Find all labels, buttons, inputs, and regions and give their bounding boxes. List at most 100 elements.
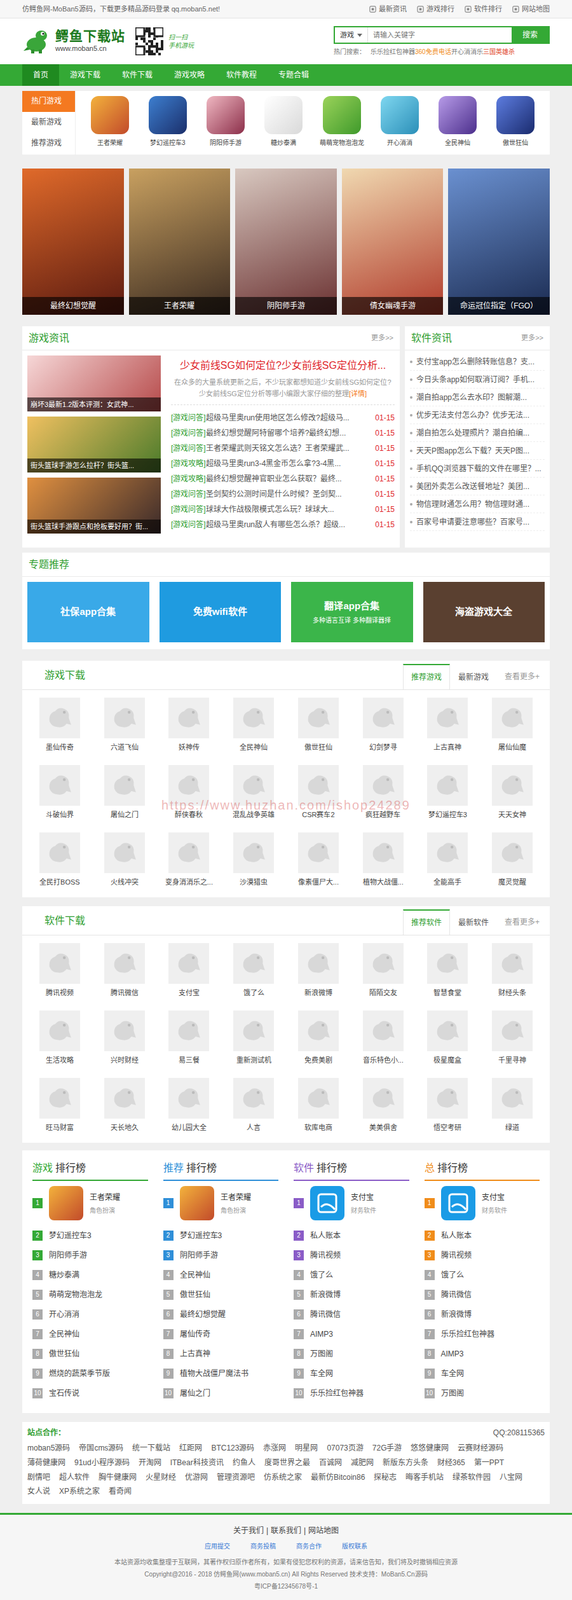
rank-item[interactable]: 7屠仙传奇 bbox=[163, 1323, 280, 1343]
download-item[interactable]: 人言 bbox=[221, 1069, 286, 1138]
topic-card[interactable]: 翻译app合集多种语言互译 多种翻译器择 bbox=[291, 581, 414, 642]
download-item[interactable]: 饿了么 bbox=[221, 934, 286, 1003]
download-item[interactable]: 兴时财经 bbox=[92, 1002, 157, 1070]
partner-link[interactable]: 八宝网 bbox=[499, 1469, 523, 1485]
rank-item[interactable]: 5腾讯微信 bbox=[424, 1283, 541, 1304]
software-news-item[interactable]: 手机QQ浏览器下载的文件在哪里？... bbox=[409, 459, 545, 478]
partner-link[interactable]: 看奇闻 bbox=[108, 1483, 132, 1499]
rank-item[interactable]: 2私人账本 bbox=[424, 1224, 541, 1245]
partner-link[interactable]: 优游网 bbox=[184, 1469, 208, 1485]
download-item[interactable]: 像素僵尸大... bbox=[286, 824, 351, 892]
game-news-item[interactable]: [游戏问答]圣剑契约公测时间是什么时候？圣剑契...01-15 bbox=[170, 486, 395, 502]
download-item[interactable]: 腾讯微信 bbox=[92, 934, 157, 1003]
hot-word[interactable]: 三国英雄杀 bbox=[483, 48, 515, 56]
partner-link[interactable]: 财经365 bbox=[437, 1454, 466, 1470]
download-item[interactable]: 墨仙传奇 bbox=[27, 689, 93, 757]
partner-link[interactable]: 绿茶软件园 bbox=[452, 1469, 491, 1485]
rank-item[interactable]: 8AIMP3 bbox=[424, 1342, 541, 1363]
partner-link[interactable]: 云赛财经源码 bbox=[457, 1440, 504, 1455]
logo[interactable]: 鳄鱼下载站www.moban5.cn bbox=[22, 27, 126, 55]
banner[interactable]: 命运冠位指定（FGO） bbox=[448, 168, 550, 315]
partner-link[interactable]: 减肥网 bbox=[350, 1454, 374, 1470]
hot-game[interactable]: 阴阳师手游 bbox=[197, 90, 255, 155]
top-link[interactable]: 游戏排行 bbox=[416, 0, 455, 18]
partner-link[interactable]: 红距网 bbox=[179, 1440, 203, 1455]
top-link[interactable]: 软件排行 bbox=[464, 0, 503, 18]
footer-sub-link[interactable]: 版权联系 bbox=[341, 1541, 368, 1549]
partner-link[interactable]: 管理资源吧 bbox=[216, 1469, 255, 1485]
detail-link[interactable]: [详情] bbox=[348, 389, 367, 398]
download-item[interactable]: 旺马财富 bbox=[27, 1069, 93, 1138]
more-link[interactable]: 查看更多+ bbox=[497, 915, 550, 928]
hot-game[interactable]: 开心消消 bbox=[370, 90, 429, 155]
partner-link[interactable]: 新版东方头条 bbox=[382, 1454, 429, 1470]
download-item[interactable]: 易三餐 bbox=[156, 1002, 222, 1070]
software-news-item[interactable]: 潮自拍怎么处理照片？潮自拍编... bbox=[409, 423, 545, 442]
download-item[interactable]: 沙漠猎虫 bbox=[221, 824, 286, 892]
game-news-item[interactable]: [游戏攻略]最终幻想觉醒神官职业怎么获取？最终...01-15 bbox=[170, 470, 395, 487]
nav-item[interactable]: 专题合辑 bbox=[267, 64, 320, 86]
download-tab[interactable]: 推荐游戏 bbox=[402, 663, 450, 689]
game-news-item[interactable]: [游戏问答]超级马里奥run使用地区怎么修改?超级马...01-15 bbox=[170, 409, 395, 426]
download-item[interactable]: 千里寻神 bbox=[479, 1002, 545, 1070]
software-news-item[interactable]: 美团外卖怎么改送餐地址？美团... bbox=[409, 477, 545, 496]
rank-item[interactable]: 3阴阳师手游 bbox=[163, 1244, 280, 1265]
download-item[interactable]: 免费美剧 bbox=[286, 1002, 351, 1070]
partner-link[interactable]: 剧情吧 bbox=[27, 1469, 51, 1485]
rank-item[interactable]: 7AIMP3 bbox=[293, 1323, 410, 1343]
partner-link[interactable]: 最新仿Bitcoin86 bbox=[310, 1469, 365, 1485]
topic-card[interactable]: 免费wifi软件 bbox=[159, 581, 282, 642]
more-link[interactable]: 更多>> bbox=[371, 332, 394, 344]
footer-link[interactable]: 联系我们 bbox=[270, 1525, 302, 1535]
software-news-item[interactable]: 百家号申请要注意哪些？百家号... bbox=[409, 512, 545, 531]
partner-link[interactable]: 统一下载站 bbox=[132, 1440, 171, 1455]
more-link[interactable]: 查看更多+ bbox=[497, 670, 550, 682]
hot-game[interactable]: 全民神仙 bbox=[429, 90, 487, 155]
hot-games-tab[interactable]: 最新游戏 bbox=[22, 111, 75, 133]
rank-item[interactable]: 7全民神仙 bbox=[32, 1323, 149, 1343]
nav-item[interactable]: 首页 bbox=[22, 64, 60, 86]
rank-top-item[interactable]: 1支付宝财务软件 bbox=[424, 1180, 541, 1225]
partner-link[interactable]: moban5源码 bbox=[27, 1440, 70, 1455]
partner-link[interactable]: 悠悠健康网 bbox=[410, 1440, 449, 1455]
partner-link[interactable]: 07073页游 bbox=[326, 1440, 363, 1455]
rank-item[interactable]: 3腾讯视频 bbox=[424, 1244, 541, 1265]
download-item[interactable]: 悟空考研 bbox=[415, 1069, 481, 1138]
software-news-item[interactable]: 优步无法支付怎么办？优步无法... bbox=[409, 406, 545, 424]
search-category[interactable]: 游戏 bbox=[334, 27, 368, 43]
rank-item[interactable]: 10屠仙之门 bbox=[163, 1382, 280, 1403]
download-item[interactable]: 全能高手 bbox=[415, 824, 481, 892]
partner-link[interactable]: 胸牛健康网 bbox=[98, 1469, 137, 1485]
hot-games-tab[interactable]: 推荐游戏 bbox=[22, 132, 75, 154]
partner-link[interactable]: 超人软件 bbox=[59, 1469, 90, 1485]
rank-item[interactable]: 9车全网 bbox=[293, 1362, 410, 1383]
news-thumb[interactable]: 街头篮球手游跟点和抢板要好用？街... bbox=[27, 477, 161, 534]
footer-sub-link[interactable]: 商务合作 bbox=[296, 1541, 322, 1549]
download-item[interactable]: 六道飞仙 bbox=[92, 689, 157, 757]
rank-item[interactable]: 3腾讯视频 bbox=[293, 1244, 410, 1265]
partner-link[interactable]: 探秘志 bbox=[373, 1469, 397, 1485]
partner-link[interactable]: 明星网 bbox=[294, 1440, 318, 1455]
download-item[interactable]: 疯狂越野车 bbox=[350, 756, 416, 825]
search-button[interactable]: 搜索 bbox=[511, 27, 549, 43]
rank-item[interactable]: 5新浪微博 bbox=[293, 1283, 410, 1304]
download-item[interactable]: 上古真神 bbox=[415, 689, 481, 757]
rank-item[interactable]: 8傲世狂仙 bbox=[32, 1342, 149, 1363]
news-thumb[interactable]: 街头篮球手游怎么拉杆？街头篮... bbox=[27, 416, 161, 473]
partner-link[interactable]: 薄荷健康网 bbox=[27, 1454, 66, 1470]
topic-card[interactable]: 海盗游戏大全 bbox=[423, 581, 546, 642]
top-link[interactable]: 网站地图 bbox=[512, 0, 550, 18]
rank-item[interactable]: 6最终幻想觉醒 bbox=[163, 1303, 280, 1324]
footer-link[interactable]: 关于我们 bbox=[233, 1525, 264, 1535]
partner-link[interactable]: 女人说 bbox=[27, 1483, 51, 1499]
download-item[interactable]: 屠仙仙魔 bbox=[479, 689, 545, 757]
rank-item[interactable]: 6新浪微博 bbox=[424, 1303, 541, 1324]
hot-word[interactable]: 开心消消乐 bbox=[451, 48, 484, 56]
download-item[interactable]: 幻剑梦寻 bbox=[350, 689, 416, 757]
software-news-item[interactable]: 天天P图app怎么下载？天天P图... bbox=[409, 441, 545, 460]
rank-item[interactable]: 6开心消消 bbox=[32, 1303, 149, 1324]
rank-item[interactable]: 8上古真神 bbox=[163, 1342, 280, 1363]
nav-item[interactable]: 软件下载 bbox=[111, 64, 164, 86]
software-news-item[interactable]: 今日头条app如何取消订阅？手机... bbox=[409, 370, 545, 389]
rank-item[interactable]: 4糖炒泰满 bbox=[32, 1264, 149, 1284]
